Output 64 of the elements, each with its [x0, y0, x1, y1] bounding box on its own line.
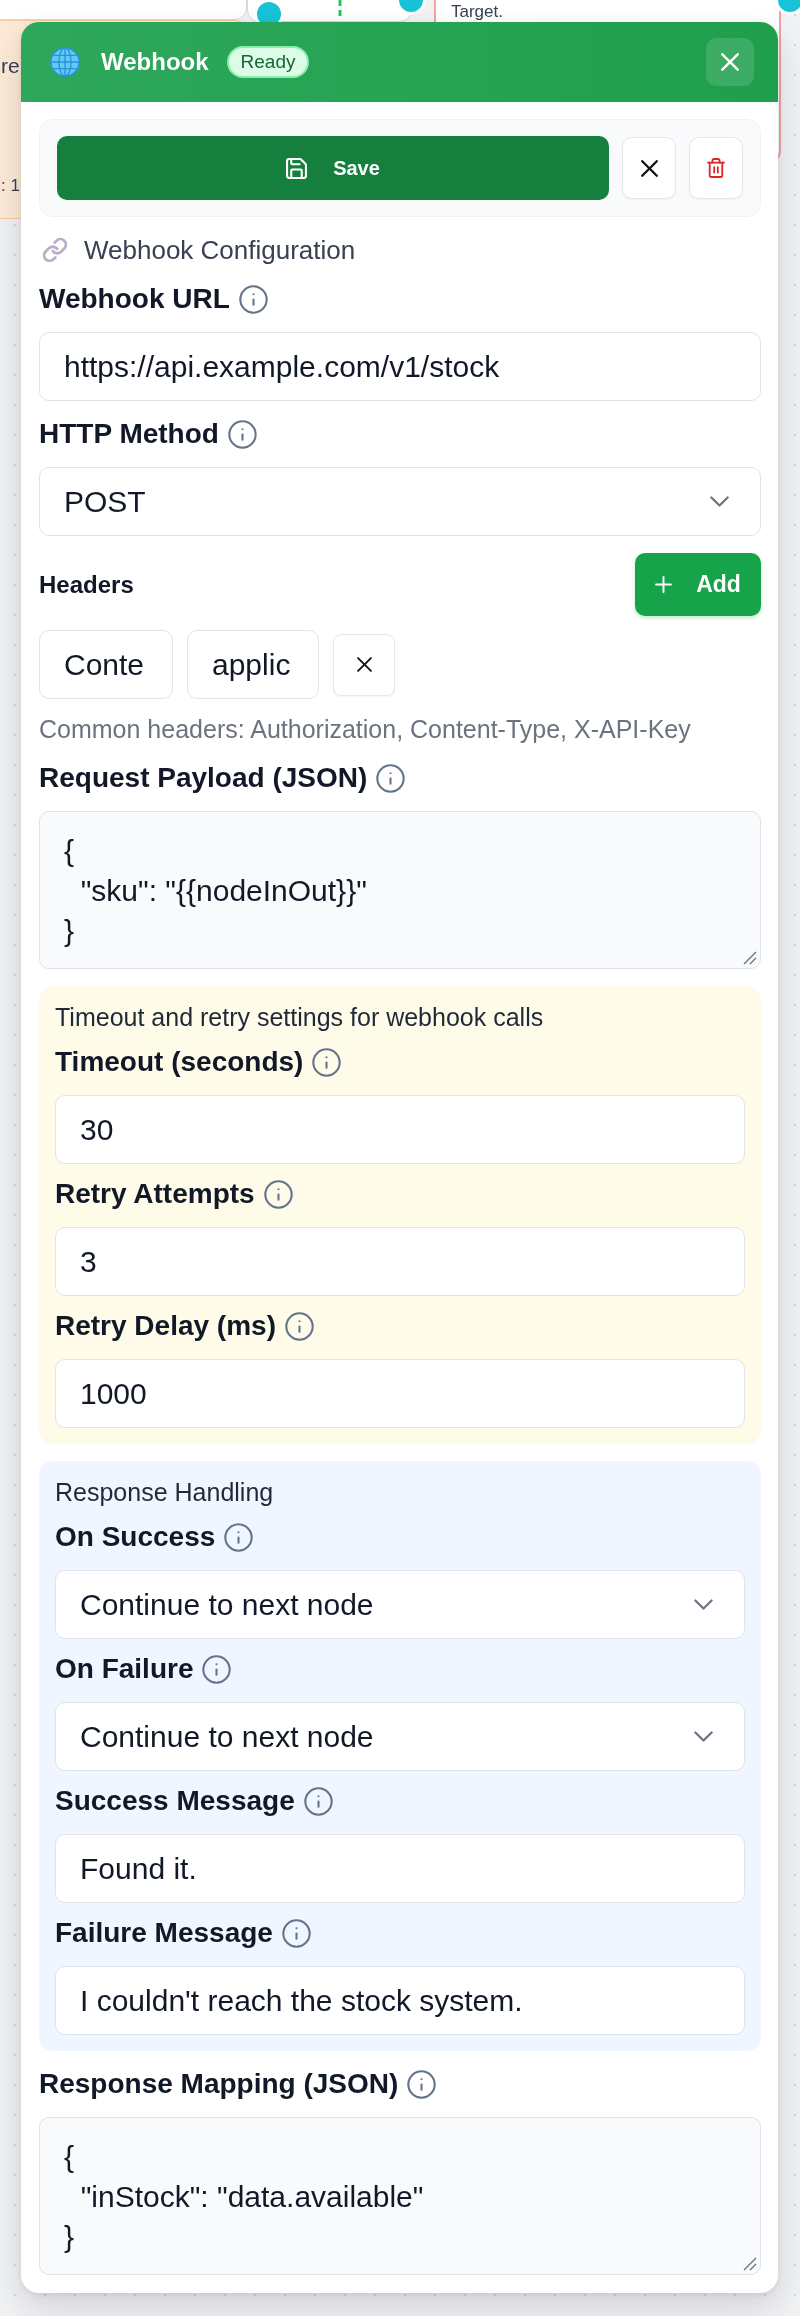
hint-text: Common headers: Authorization, Content-Type, X-API-Key — [39, 714, 691, 745]
text-input[interactable]: 3 — [55, 1227, 745, 1296]
info-icon[interactable] — [303, 1786, 333, 1816]
node-text: : 1 — [1, 176, 20, 195]
plus-icon — [655, 576, 673, 593]
info-icon[interactable] — [312, 1047, 342, 1077]
text-input[interactable]: 30 — [55, 1095, 745, 1164]
resize-handle-icon[interactable] — [743, 2257, 757, 2271]
link-icon — [43, 238, 67, 262]
field-label: On Success — [55, 1521, 216, 1553]
code-editor[interactable]: { "sku": "{{nodeInOut}}" } — [39, 811, 761, 969]
info-icon[interactable] — [224, 1522, 254, 1552]
text-input[interactable]: 1000 — [55, 1359, 745, 1428]
info-icon[interactable] — [281, 1918, 311, 1948]
text-input[interactable]: https://api.example.com/v1/stock — [39, 332, 761, 401]
group-title: Response Handling — [55, 1477, 274, 1507]
header-key-input[interactable]: Conte — [39, 630, 173, 699]
status-badge: Ready — [226, 46, 310, 78]
info-icon[interactable] — [407, 2069, 437, 2099]
panel-title: Webhook — [101, 48, 209, 76]
resize-handle-icon[interactable] — [743, 951, 757, 965]
field-label: Success Message — [55, 1785, 295, 1817]
field-label: Headers — [39, 570, 134, 599]
field-label: Retry Attempts — [55, 1178, 255, 1210]
x-icon — [356, 657, 372, 672]
field-label: Retry Delay (ms) — [55, 1310, 276, 1342]
cancel-button[interactable] — [622, 137, 676, 199]
x-icon — [640, 159, 658, 177]
close-button[interactable] — [706, 38, 754, 86]
header-value-input[interactable]: applic — [187, 630, 319, 699]
dashed-edge-line — [337, 0, 343, 18]
field-label: Response Mapping (JSON) — [39, 2068, 399, 2100]
chevron-down-icon — [694, 1599, 713, 1610]
text-input[interactable]: I couldn't reach the stock system. — [55, 1966, 745, 2035]
info-icon[interactable] — [227, 419, 257, 449]
select-field[interactable]: Continue to next node — [55, 1570, 745, 1639]
globe-icon — [50, 47, 80, 77]
field-label: Request Payload (JSON) — [39, 762, 368, 794]
group-title: Timeout and retry settings for webhook calls — [55, 1002, 544, 1032]
delete-button[interactable] — [689, 137, 743, 199]
info-icon[interactable] — [202, 1654, 232, 1684]
info-icon[interactable] — [376, 763, 406, 793]
field-label: Webhook URL — [39, 283, 230, 315]
save-button[interactable]: Save — [57, 136, 609, 200]
close-icon — [721, 53, 739, 71]
field-label: On Failure — [55, 1653, 194, 1685]
node-text: re — [1, 54, 20, 77]
node-text: Target. — [451, 2, 503, 21]
save-icon — [286, 157, 308, 179]
code-editor[interactable]: { "inStock": "data.available" } — [39, 2117, 761, 2275]
chevron-down-icon — [694, 1731, 713, 1742]
info-icon[interactable] — [238, 284, 268, 314]
field-label: Timeout (seconds) — [55, 1046, 304, 1078]
select-field[interactable]: POST — [39, 467, 761, 536]
field-label: Failure Message — [55, 1917, 273, 1949]
chevron-down-icon — [710, 496, 729, 507]
trash-icon — [707, 158, 725, 178]
section-title: Webhook Configuration — [84, 234, 356, 266]
info-icon[interactable] — [285, 1311, 314, 1341]
field-label: HTTP Method — [39, 418, 219, 450]
select-field[interactable]: Continue to next node — [55, 1702, 745, 1771]
text-input[interactable]: Found it. — [55, 1834, 745, 1903]
info-icon[interactable] — [263, 1179, 293, 1209]
remove-header-button[interactable] — [333, 633, 395, 696]
